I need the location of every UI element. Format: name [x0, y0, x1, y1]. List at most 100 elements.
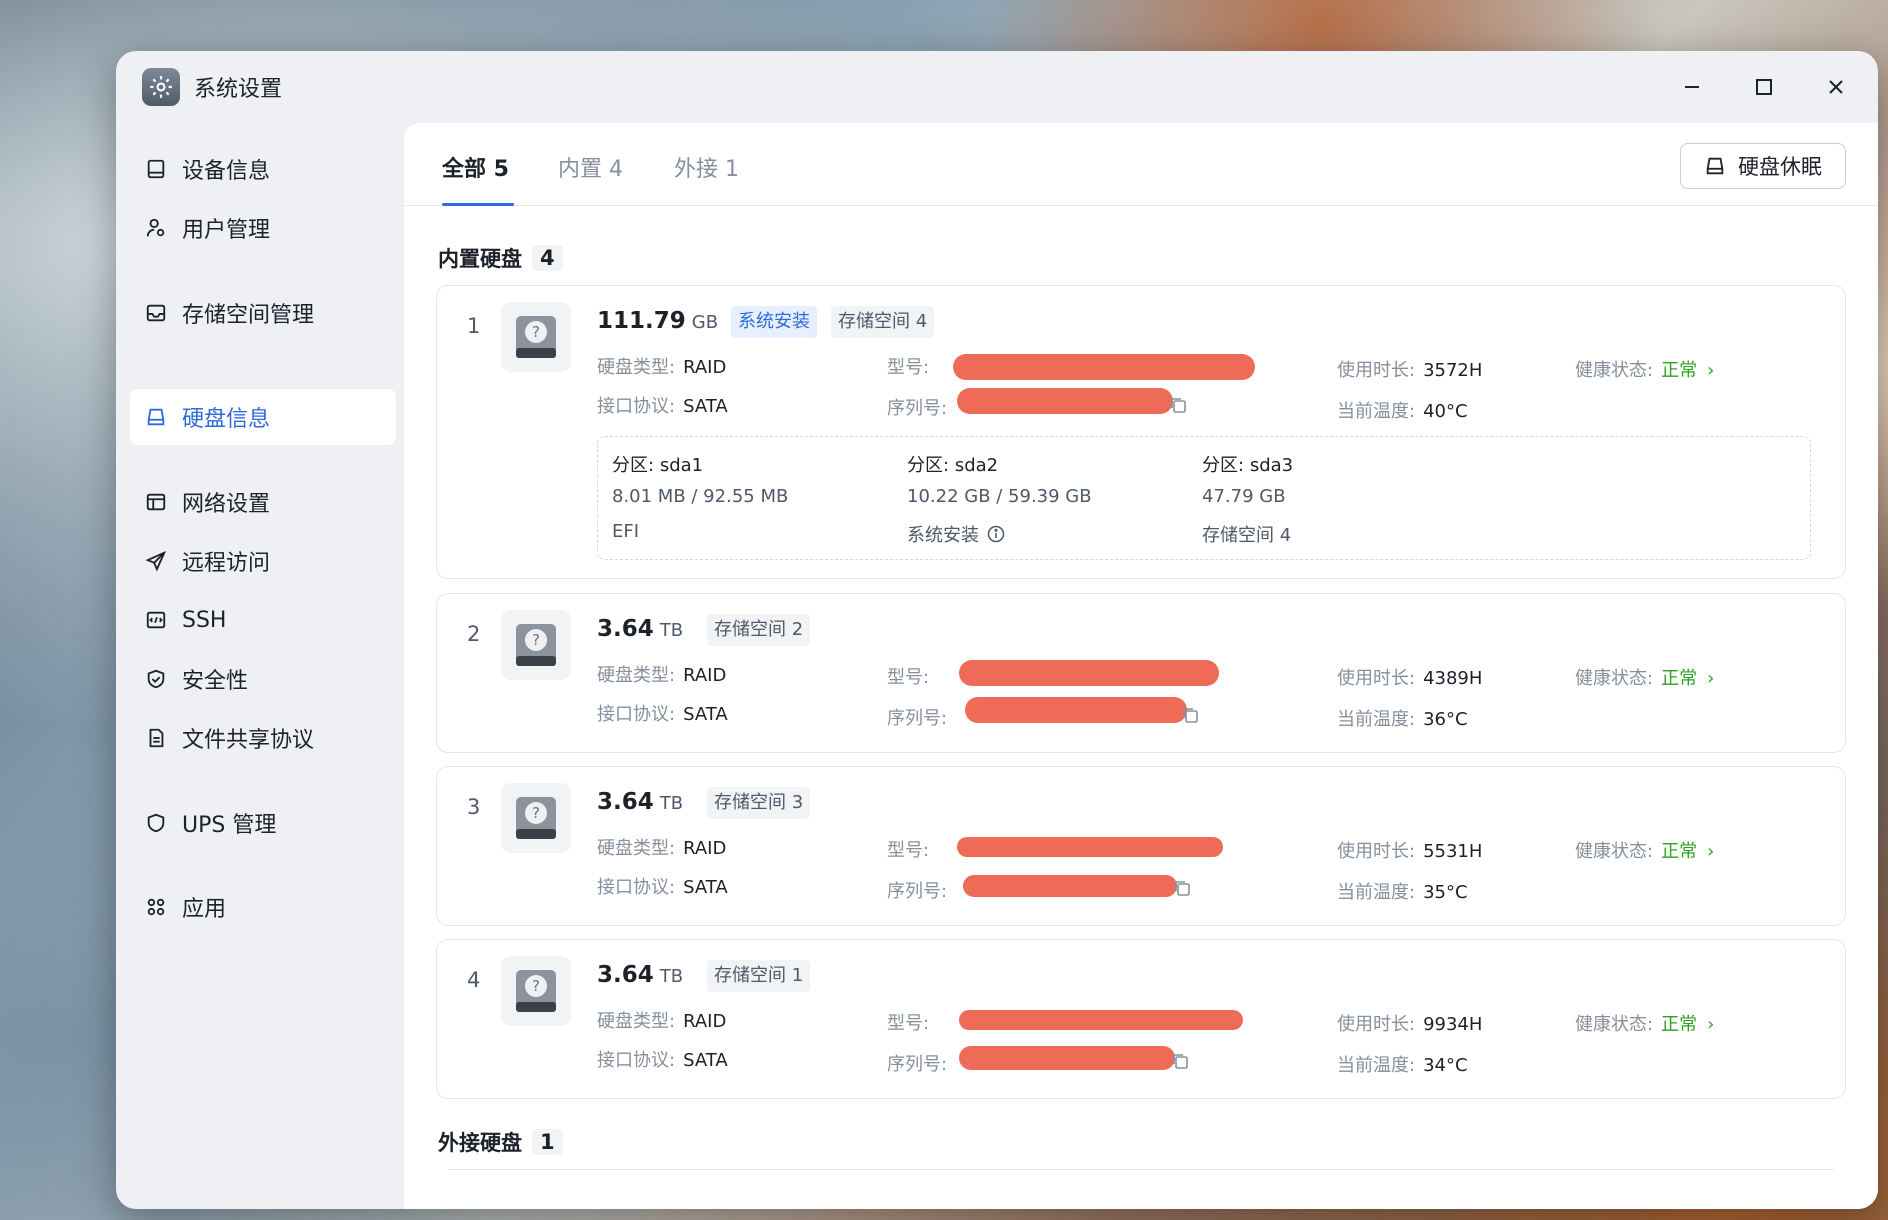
copy-icon[interactable] — [1181, 706, 1199, 724]
sidebar-item-label: 设备信息 — [182, 159, 271, 184]
section-label: 外接硬盘 — [438, 1131, 522, 1155]
disk-filter-tabs: 全部 5 内置 4 外接 1 硬盘休眠 — [404, 123, 1878, 206]
system-install-tag: 系统安装 — [731, 306, 817, 338]
usage-time-row: 使用时长: 4389H — [1337, 668, 1483, 689]
sidebar-item-security[interactable]: 安全性 — [130, 651, 396, 707]
sidebar-item-label: 网络设置 — [182, 492, 271, 517]
disk-unknown-icon: ? — [501, 783, 571, 853]
disk-capacity: 111.79 GB — [597, 308, 719, 334]
chevron-right-icon: › — [1707, 841, 1715, 862]
sidebar-item-file-sharing[interactable]: 文件共享协议 — [130, 710, 396, 766]
model-redaction — [957, 837, 1223, 857]
health-status-link[interactable]: 健康状态: 正常 › — [1575, 1010, 1714, 1036]
model-label: 型号: — [887, 1013, 930, 1034]
info-icon[interactable] — [987, 525, 1005, 543]
model-label: 型号: — [887, 357, 930, 378]
sidebar-item-ups[interactable]: UPS 管理 — [130, 795, 396, 851]
health-status-link[interactable]: 健康状态: 正常 › — [1575, 664, 1714, 690]
disk-card-3: 3 ? 3.64 TB 存储空间 3 硬盘类型: RAID 接口协议: SATA 型号… — [436, 766, 1846, 926]
copy-icon[interactable] — [1173, 879, 1191, 897]
temperature-row: 当前温度: 36°C — [1337, 709, 1468, 730]
count-badge: 1 — [532, 1129, 563, 1155]
disk-unknown-icon: ? — [501, 956, 571, 1026]
window-title: 系统设置 — [194, 77, 283, 102]
maximize-button[interactable] — [1746, 69, 1782, 105]
sidebar-item-label: 文件共享协议 — [182, 728, 315, 753]
disk-index: 2 — [467, 622, 481, 646]
disk-type-row: 硬盘类型: RAID — [597, 665, 727, 686]
svg-text:?: ? — [532, 631, 540, 649]
serial-label: 序列号: — [887, 881, 948, 902]
sidebar-item-label: 用户管理 — [182, 218, 271, 243]
disk-index: 4 — [467, 968, 481, 992]
serial-label: 序列号: — [887, 1054, 948, 1075]
serial-label: 序列号: — [887, 708, 948, 729]
sidebar-item-label: 安全性 — [182, 669, 249, 694]
sidebar-item-user-management[interactable]: 用户管理 — [130, 200, 396, 256]
chevron-right-icon: › — [1707, 1014, 1715, 1035]
svg-text:?: ? — [532, 977, 540, 995]
health-status-link[interactable]: 健康状态: 正常 › — [1575, 356, 1714, 382]
count-badge: 4 — [532, 245, 563, 271]
shield-check-icon — [144, 667, 168, 691]
temperature-row: 当前温度: 34°C — [1337, 1055, 1468, 1076]
sidebar-item-network[interactable]: 网络设置 — [130, 474, 396, 530]
sidebar-item-apps[interactable]: 应用 — [130, 879, 396, 935]
gear-icon — [142, 68, 180, 106]
inbox-icon — [144, 301, 168, 325]
sidebar-item-label: 远程访问 — [182, 551, 271, 576]
sidebar-item-storage-management[interactable]: 存储空间管理 — [130, 285, 396, 341]
disk-card-1: 1 ? 111.79 GB 系统安装 存储空间 4 硬盘类型: RAID 接口协议:… — [436, 285, 1846, 579]
send-icon — [144, 549, 168, 573]
model-label: 型号: — [887, 667, 930, 688]
settings-window: 系统设置 设备信息 用户管理 存储空间管理 硬盘信息 网络设置 远程访问 SSH… — [116, 51, 1878, 1209]
interface-row: 接口协议: SATA — [597, 1050, 728, 1071]
model-redaction — [959, 660, 1219, 686]
copy-icon[interactable] — [1171, 1052, 1189, 1070]
tab-all[interactable]: 全部 5 — [442, 151, 509, 183]
tab-external[interactable]: 外接 1 — [674, 151, 739, 183]
disk-index: 1 — [467, 314, 481, 338]
tab-internal[interactable]: 内置 4 — [558, 151, 623, 183]
sidebar-item-remote-access[interactable]: 远程访问 — [130, 533, 396, 589]
minimize-button[interactable] — [1674, 69, 1710, 105]
disk-sleep-button[interactable]: 硬盘休眠 — [1680, 143, 1846, 189]
copy-icon[interactable] — [1169, 396, 1187, 414]
disk-capacity: 3.64 TB — [597, 616, 684, 642]
close-icon — [1829, 80, 1843, 94]
storage-pool-tag: 存储空间 3 — [707, 787, 811, 819]
usage-time-row: 使用时长: 3572H — [1337, 360, 1483, 381]
divider — [448, 1169, 1834, 1170]
sidebar-item-label: 存储空间管理 — [182, 303, 315, 328]
disk-info-panel: 全部 5 内置 4 外接 1 硬盘休眠 内置硬盘 4 1 ? 111.79 GB … — [404, 123, 1878, 1209]
chevron-right-icon: › — [1707, 360, 1715, 381]
network-icon — [144, 490, 168, 514]
model-label: 型号: — [887, 840, 930, 861]
disk-card-4: 4 ? 3.64 TB 存储空间 1 硬盘类型: RAID 接口协议: SATA 型号… — [436, 939, 1846, 1099]
disk-capacity: 3.64 TB — [597, 962, 684, 988]
disk-index: 3 — [467, 795, 481, 819]
serial-label: 序列号: — [887, 398, 948, 419]
sidebar-item-device-info[interactable]: 设备信息 — [130, 141, 396, 197]
sidebar: 设备信息 用户管理 存储空间管理 硬盘信息 网络设置 远程访问 SSH 安全性 … — [116, 121, 406, 1209]
temperature-row: 当前温度: 35°C — [1337, 882, 1468, 903]
hard-drive-icon — [144, 405, 168, 429]
svg-text:?: ? — [532, 804, 540, 822]
health-status-link[interactable]: 健康状态: 正常 › — [1575, 837, 1714, 863]
close-button[interactable] — [1818, 69, 1854, 105]
disk-type-row: 硬盘类型: RAID — [597, 838, 727, 859]
serial-redaction — [957, 388, 1173, 414]
storage-pool-tag: 存储空间 1 — [707, 960, 811, 992]
sidebar-item-label: SSH — [182, 607, 227, 633]
svg-text:?: ? — [532, 323, 540, 341]
sidebar-item-disk-info[interactable]: 硬盘信息 — [130, 389, 396, 445]
usage-time-row: 使用时长: 5531H — [1337, 841, 1483, 862]
terminal-icon — [144, 608, 168, 632]
active-tab-indicator — [442, 203, 514, 206]
sidebar-item-label: UPS 管理 — [182, 813, 277, 838]
sidebar-item-ssh[interactable]: SSH — [130, 592, 396, 648]
storage-pool-tag: 存储空间 2 — [707, 614, 811, 646]
partition-list: 分区: sda1 8.01 MB / 92.55 MB EFI 分区: sda2… — [597, 436, 1811, 560]
monitor-icon — [144, 157, 168, 181]
model-redaction — [953, 354, 1255, 380]
